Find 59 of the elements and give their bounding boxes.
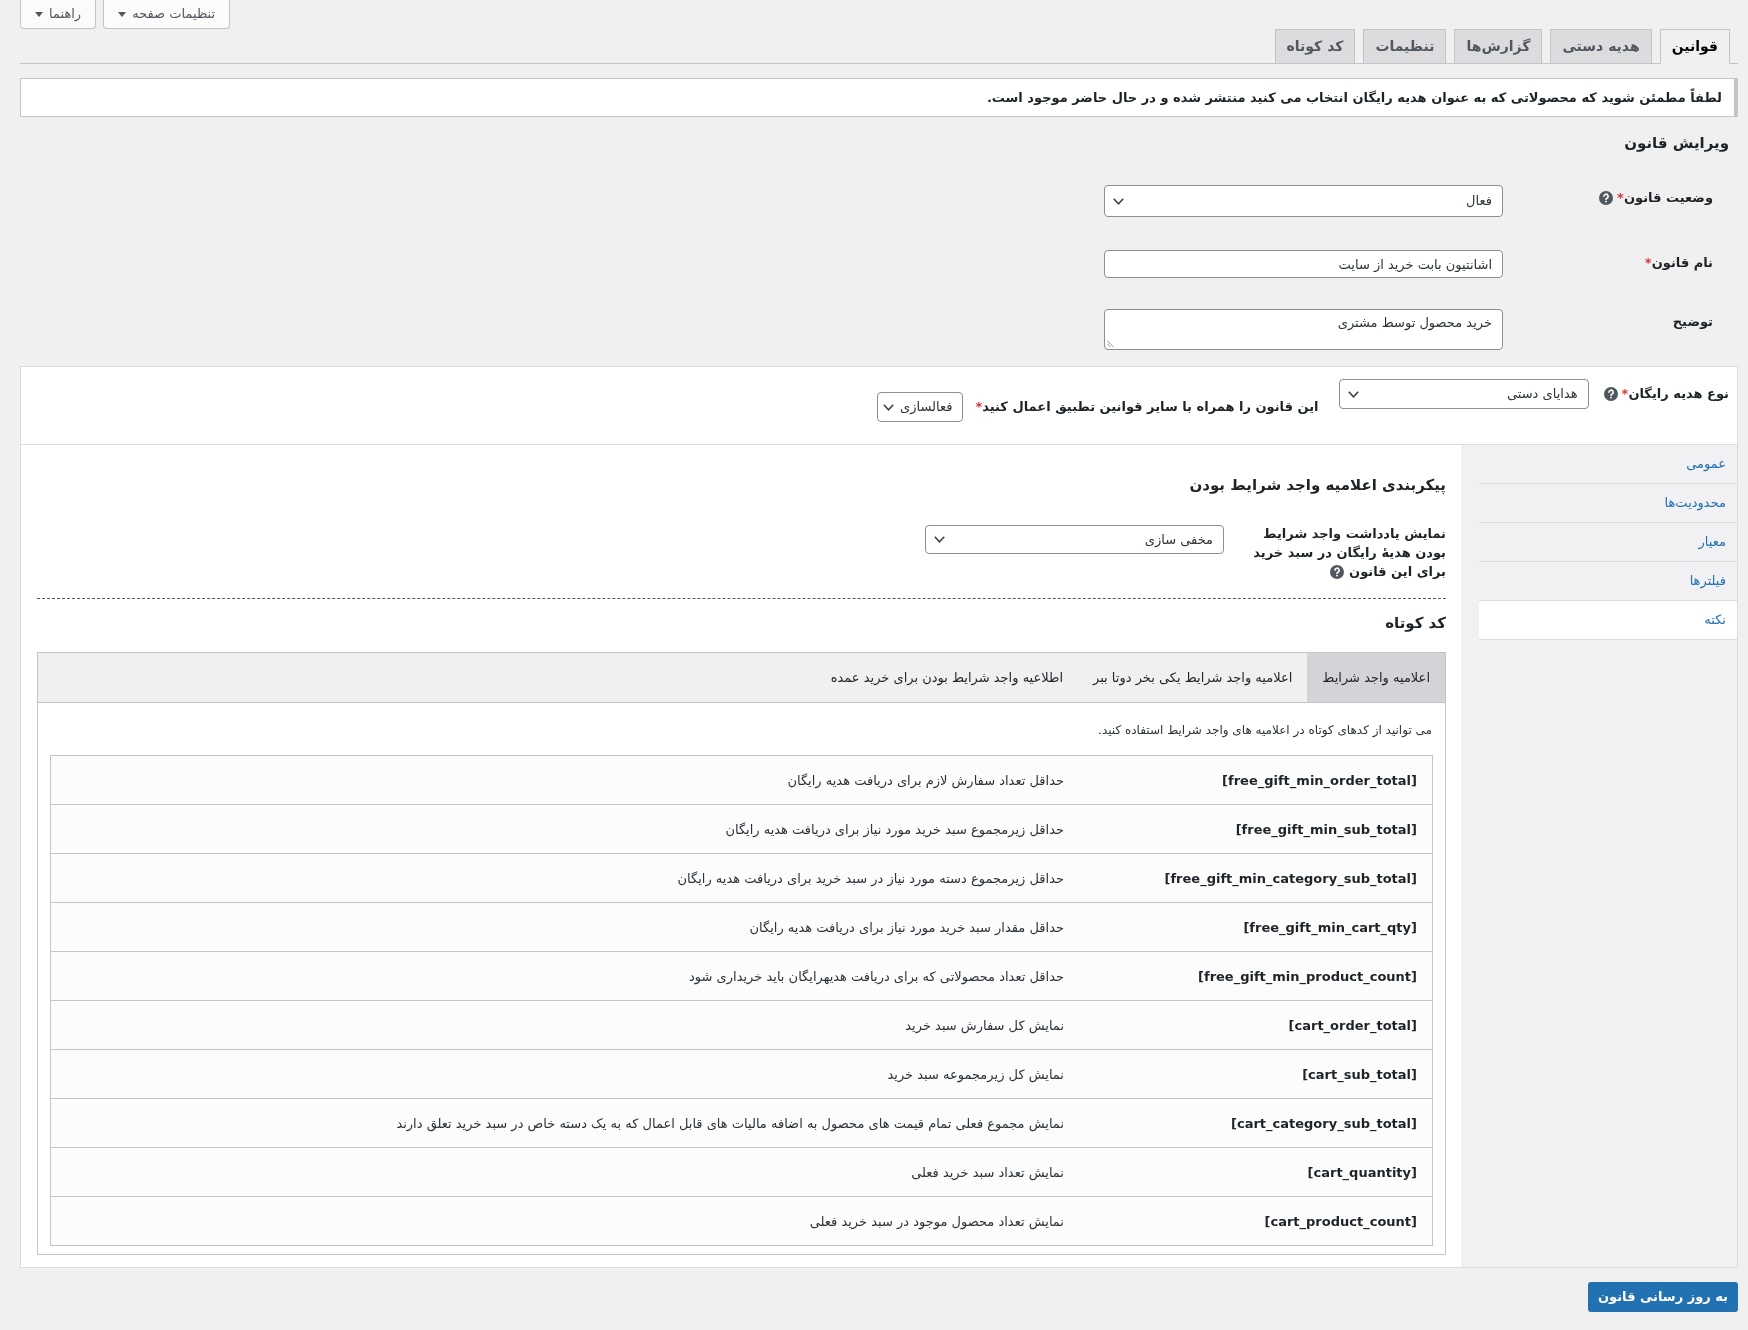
shortcode-text: [cart_quantity] — [1307, 1165, 1417, 1180]
shortcode-text: [cart_product_count] — [1264, 1214, 1417, 1229]
field-label: این قانون را همراه با سایر قوانین تطبیق اعمال کنید* — [975, 398, 1319, 416]
hint-text: می توانید از کدهای کوتاه در اعلامیه های واجد شرایط استفاده کنید. — [1097, 722, 1433, 738]
shortcode-text: [cart_category_sub_total] — [1231, 1116, 1417, 1131]
description-text: نمایش تعداد سبد خرید فعلی — [911, 1165, 1064, 1180]
shortcode-text: [free_gift_min_category_sub_total] — [1164, 871, 1417, 886]
settings-heading: پیکربندی اعلامیه واجد شرایط بودن — [1188, 475, 1446, 495]
side-tab[interactable]: عمومی — [1479, 445, 1737, 484]
nav-tab[interactable]: هدیه دستی — [1550, 29, 1652, 63]
field-label: نوع هدیه رایگان* — [1621, 385, 1729, 403]
nav-tab[interactable]: کد کوتاه — [1274, 29, 1356, 63]
description-text: حداقل تعداد محصولاتی که برای دریافت هدیهرایگان باید خریداری شود — [689, 969, 1064, 984]
description-text: نمایش کل سفارش سبد خرید — [905, 1018, 1064, 1033]
description-text: حداقل مقدار سبد خرید مورد نیاز برای دریافت هدیه رایگان — [749, 920, 1064, 935]
notice-text: لطفاً مطمئن شوید که محصولاتی که به عنوان هدیه رایگان انتخاب می کنید منتشر شده و در حال حاضر موجود است. — [986, 87, 1722, 107]
caret-down-icon — [118, 11, 127, 17]
shortcode-text: [free_gift_min_sub_total] — [1235, 822, 1417, 837]
section-heading: ویرایش قانون — [1623, 133, 1730, 153]
side-tab[interactable]: نکته — [1479, 601, 1737, 640]
side-tab[interactable]: محدودیت‌ها — [1479, 484, 1737, 523]
caret-down-icon — [35, 11, 43, 17]
field-label: نام قانون* — [1644, 254, 1713, 273]
description-text: حداقل زیرمجموع دسته مورد نیاز در سبد خرید برای دریافت هدیه رایگان — [677, 871, 1064, 886]
shortcode-heading: کد کوتاه — [1384, 613, 1446, 633]
textarea-field[interactable]: خرید محصول توسط مشتری — [1104, 309, 1503, 350]
shortcode-text: [free_gift_min_product_count] — [1198, 969, 1417, 984]
field-label: توضیح — [1672, 313, 1713, 331]
nav-tab[interactable]: گزارش‌ها — [1454, 29, 1543, 63]
shortcode-tab[interactable]: اعلامیه واجد شرایط — [1307, 653, 1445, 702]
select-field[interactable]: هدایای دستی — [1338, 379, 1589, 409]
shortcode-tab[interactable]: اطلاعیه واجد شرایط بودن برای خرید عمده — [815, 653, 1078, 702]
description-text: نمایش تعداد محصول موجود در سبد خرید فعلی — [809, 1214, 1064, 1229]
nav-tab[interactable]: تنظیمات — [1363, 29, 1447, 63]
resize-handle-icon[interactable] — [1107, 340, 1114, 347]
chevron-down-icon — [1347, 390, 1359, 398]
field-label: نمایش یادداشت واجد شرایط بودن هدیهٔ رایگان در سبد خرید برای این قانون — [1253, 526, 1446, 579]
select-field[interactable]: فعالسازی — [877, 392, 964, 422]
chevron-down-icon — [934, 536, 945, 543]
screen-meta-button[interactable]: راهنما — [20, 0, 97, 29]
shortcode-text: [cart_sub_total] — [1302, 1067, 1417, 1082]
chevron-down-icon — [882, 403, 894, 411]
side-tab[interactable]: معیار — [1479, 523, 1737, 562]
select-field[interactable]: فعال — [1104, 185, 1503, 217]
description-text: حداقل تعداد سفارش لازم برای دریافت هدیه رایگان — [787, 773, 1064, 788]
nav-tab[interactable]: قوانین — [1659, 29, 1730, 64]
shortcode-tab[interactable]: اعلامیه واجد شرایط یکی بخر دوتا ببر — [1078, 653, 1308, 702]
text-field[interactable]: اشانتیون بابت خرید از سایت — [1104, 250, 1503, 278]
description-text: حداقل زیرمجموع سبد خرید مورد نیاز برای دریافت هدیه رایگان — [725, 822, 1064, 837]
field-label: وضعیت قانون* — [1617, 189, 1713, 207]
chevron-down-icon — [1113, 197, 1124, 205]
select-field[interactable]: مخفی سازی — [925, 525, 1224, 554]
screen-meta-button[interactable]: تنظیمات صفحه — [103, 0, 231, 29]
shortcode-text: [cart_order_total] — [1288, 1018, 1417, 1033]
shortcode-text: [free_gift_min_cart_qty] — [1243, 920, 1417, 935]
update-button[interactable]: به روز رسانی قانون — [1587, 1282, 1738, 1312]
shortcode-text: [free_gift_min_order_total] — [1222, 773, 1417, 788]
description-text: نمایش مجموع فعلی تمام قیمت های محصول به اضافه مالیات های قابل اعمال که به یک دسته خاص در سبد خرید تعلق دارند — [396, 1116, 1064, 1131]
description-text: نمایش کل زیرمجموعه سبد خرید — [887, 1067, 1064, 1082]
